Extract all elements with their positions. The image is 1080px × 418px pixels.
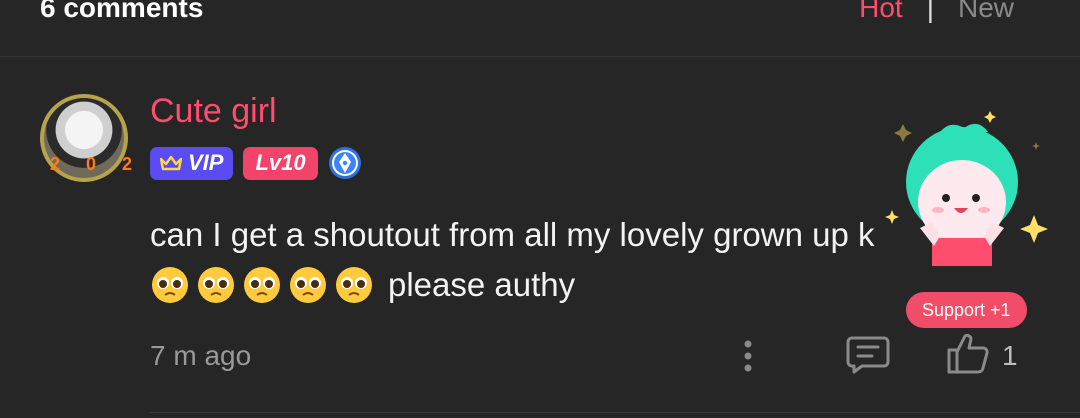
vip-badge[interactable]: VIP xyxy=(150,146,234,180)
pleading-face-icon xyxy=(244,267,280,303)
creator-pen-badge-icon[interactable] xyxy=(328,146,362,180)
comment-emoji-row: please authy xyxy=(150,260,910,310)
pleading-face-icon xyxy=(290,267,326,303)
comments-count: 6 comments xyxy=(40,0,204,23)
more-options-icon[interactable] xyxy=(736,336,760,376)
crown-icon xyxy=(160,155,182,171)
sort-new-tab[interactable]: New xyxy=(958,0,1014,23)
username[interactable]: Cute girl xyxy=(150,92,277,131)
level-badge[interactable]: Lv10 xyxy=(243,146,318,180)
comment-text: can I get a shoutout from all my lovely … xyxy=(150,216,875,253)
support-mascot-icon[interactable] xyxy=(880,110,1050,280)
comment-body: can I get a shoutout from all my lovely … xyxy=(150,210,910,310)
avatar-frame-year: 2024 xyxy=(50,154,168,180)
thumbs-up-icon[interactable] xyxy=(945,332,989,376)
reply-icon[interactable] xyxy=(846,334,890,374)
level-label: Lv10 xyxy=(255,150,306,175)
vip-label: VIP xyxy=(188,150,224,175)
pleading-face-icon xyxy=(336,267,372,303)
pleading-face-icon xyxy=(152,267,188,303)
frame-year-left: 20 xyxy=(50,154,123,174)
sort-separator: | xyxy=(926,0,934,23)
comment-text-trailing: please authy xyxy=(388,266,576,303)
sort-toggle: Hot | New xyxy=(859,0,1014,26)
pleading-face-icon xyxy=(198,267,234,303)
sort-hot-tab[interactable]: Hot xyxy=(859,0,903,23)
comment-divider xyxy=(150,412,1080,413)
like-count: 1 xyxy=(1002,340,1018,371)
support-button[interactable]: Support +1 xyxy=(906,292,1027,328)
comments-header: 6 comments Hot | New xyxy=(0,0,1080,57)
user-badges: VIP Lv10 xyxy=(150,146,362,180)
comment-timestamp: 7 m ago xyxy=(150,340,252,371)
